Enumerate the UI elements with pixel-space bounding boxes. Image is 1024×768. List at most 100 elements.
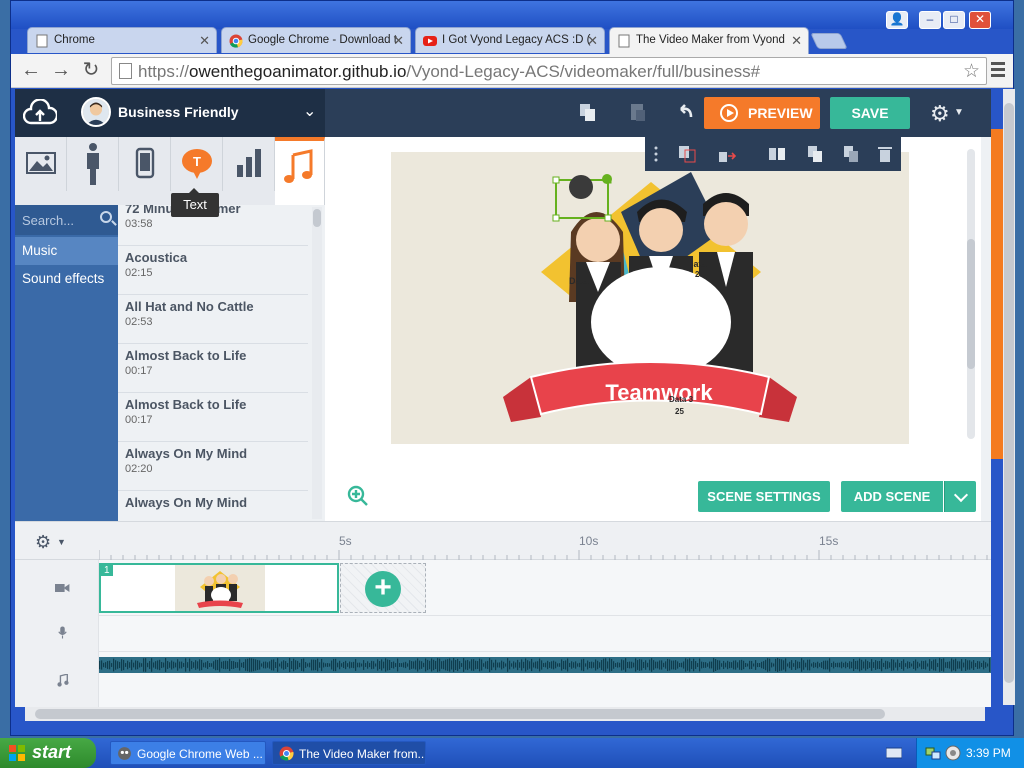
start-button[interactable]: start [0,738,96,768]
waveform-bar [371,660,373,670]
category-sound-effects[interactable]: Sound effects [15,265,118,293]
stage-scrollbar[interactable] [967,149,975,439]
scroll-thumb[interactable] [1004,103,1014,683]
add-scene-dropdown-icon[interactable] [944,481,976,512]
list-item[interactable]: All Hat and No Cattle 02:53 [118,295,308,344]
swap-icon[interactable] [677,144,697,164]
waveform-bar [303,658,305,672]
preview-button[interactable]: PREVIEW [704,97,820,129]
scroll-thumb[interactable] [967,239,975,369]
tab-close-icon[interactable]: ✕ [587,33,598,49]
theme-selector[interactable]: Business Friendly ⌄ [15,89,325,137]
trash-icon[interactable] [875,144,895,164]
tab-backgrounds[interactable] [15,137,67,191]
scene-thumbnail[interactable]: 1 [99,563,339,613]
waveform-bar [903,659,905,671]
waveform-bar [671,660,673,670]
waveform-bar [323,662,325,668]
waveform-bar [261,663,263,667]
scroll-thumb[interactable] [35,709,885,719]
search-icon[interactable] [100,211,112,223]
waveform-bar [823,660,825,670]
list-item[interactable]: Almost Back to Life 00:17 [118,344,308,393]
list-item[interactable]: Always On My Mind [118,491,308,521]
waveform-bar [267,662,269,668]
copy-icon[interactable] [577,101,599,123]
new-tab-button[interactable] [810,33,848,49]
tab-close-icon[interactable]: ✕ [393,33,404,49]
scene-stage[interactable]: Teamwork Data 1 Data Data 3 25 25 [391,152,909,444]
scene-settings-button[interactable]: SCENE SETTINGS [698,481,830,512]
waveform-bar [763,661,765,669]
zoom-in-icon[interactable] [347,485,369,507]
tab-close-icon[interactable]: ✕ [199,33,210,49]
address-bar[interactable]: https://owenthegoanimator.github.io/Vyon… [111,57,987,85]
list-item[interactable]: Acoustica 02:15 [118,246,308,295]
waveform-bar [825,660,827,670]
raccoon-icon [118,747,131,760]
gear-icon[interactable]: ⚙ [35,532,51,553]
tab-chrome[interactable]: Chrome ✕ [27,27,217,53]
keyboard-icon[interactable] [886,746,902,760]
waveform-bar [607,661,609,669]
waveform-bar [387,659,389,671]
category-music[interactable]: Music [15,237,118,265]
account-icon[interactable]: 👤 [886,11,908,29]
back-icon[interactable]: ← [19,59,43,83]
motion-icon[interactable] [717,144,737,164]
tab-close-icon[interactable]: ✕ [791,33,802,49]
tab-charts[interactable] [223,137,275,191]
audio-waveform[interactable] [99,657,991,673]
tab-music[interactable] [275,137,325,205]
scroll-thumb[interactable] [313,209,321,227]
maximize-button[interactable]: □ [943,11,965,29]
reload-icon[interactable]: ↻ [79,59,103,83]
waveform-bar [855,660,857,670]
chrome-menu-icon[interactable] [991,62,1005,78]
flip-icon[interactable] [767,144,787,164]
bookmark-star-icon[interactable]: ☆ [963,60,980,83]
waveform-bar [745,662,747,668]
rotate-handle[interactable] [602,174,612,184]
list-scrollbar[interactable] [312,207,322,519]
waveform-bar [695,661,697,669]
copy-icon[interactable] [805,144,825,164]
minimize-button[interactable]: – [919,11,941,29]
add-scene-button[interactable]: ADD SCENE [841,481,943,512]
waveform-bar [369,662,371,668]
taskbar-item-video-maker[interactable]: The Video Maker from... [272,741,426,765]
add-scene-slot[interactable]: + [340,563,426,613]
paste-icon[interactable] [627,101,649,123]
caret-down-icon[interactable]: ▼ [954,107,964,118]
chevron-down-icon[interactable]: ⌄ [303,101,316,121]
tab-video-maker[interactable]: The Video Maker from Vyond ✕ [609,27,809,55]
network-icon[interactable] [925,745,941,761]
tab-text[interactable]: T [171,137,223,191]
undo-icon[interactable] [675,101,697,123]
duplicate-icon[interactable] [841,144,861,164]
plus-icon[interactable]: + [365,571,401,607]
volume-icon[interactable] [945,745,961,761]
video-maker-app: Business Friendly ⌄ PREVIEW SAVE ⚙ ▼ T S… [15,89,991,707]
tab-characters[interactable] [67,137,119,191]
horizontal-scrollbar[interactable] [25,707,985,721]
waveform-bar [411,661,413,669]
taskbar-item-chrome-web[interactable]: Google Chrome Web ... [110,741,266,765]
list-item[interactable]: Always On My Mind 02:20 [118,442,308,491]
close-window-button[interactable]: ✕ [969,11,991,29]
tab-youtube[interactable]: I Got Vyond Legacy ACS :D ( ✕ [415,27,605,53]
save-button[interactable]: SAVE [830,97,910,129]
tab-props[interactable] [119,137,171,191]
waveform-bar [315,659,317,671]
vertical-scrollbar[interactable] [1003,89,1015,705]
waveform-bar [287,663,289,667]
forward-icon[interactable]: → [49,59,73,83]
list-item[interactable]: Almost Back to Life 00:17 [118,393,308,442]
search-input[interactable]: Search... [15,205,118,235]
waveform-bar [679,663,681,667]
tab-chrome-download[interactable]: Google Chrome - Download t ✕ [221,27,411,53]
gear-icon[interactable]: ⚙ [930,101,950,127]
drag-handle-icon[interactable] [649,144,669,164]
cloud-upload-icon[interactable] [23,99,57,127]
caret-down-icon[interactable]: ▼ [57,537,66,547]
